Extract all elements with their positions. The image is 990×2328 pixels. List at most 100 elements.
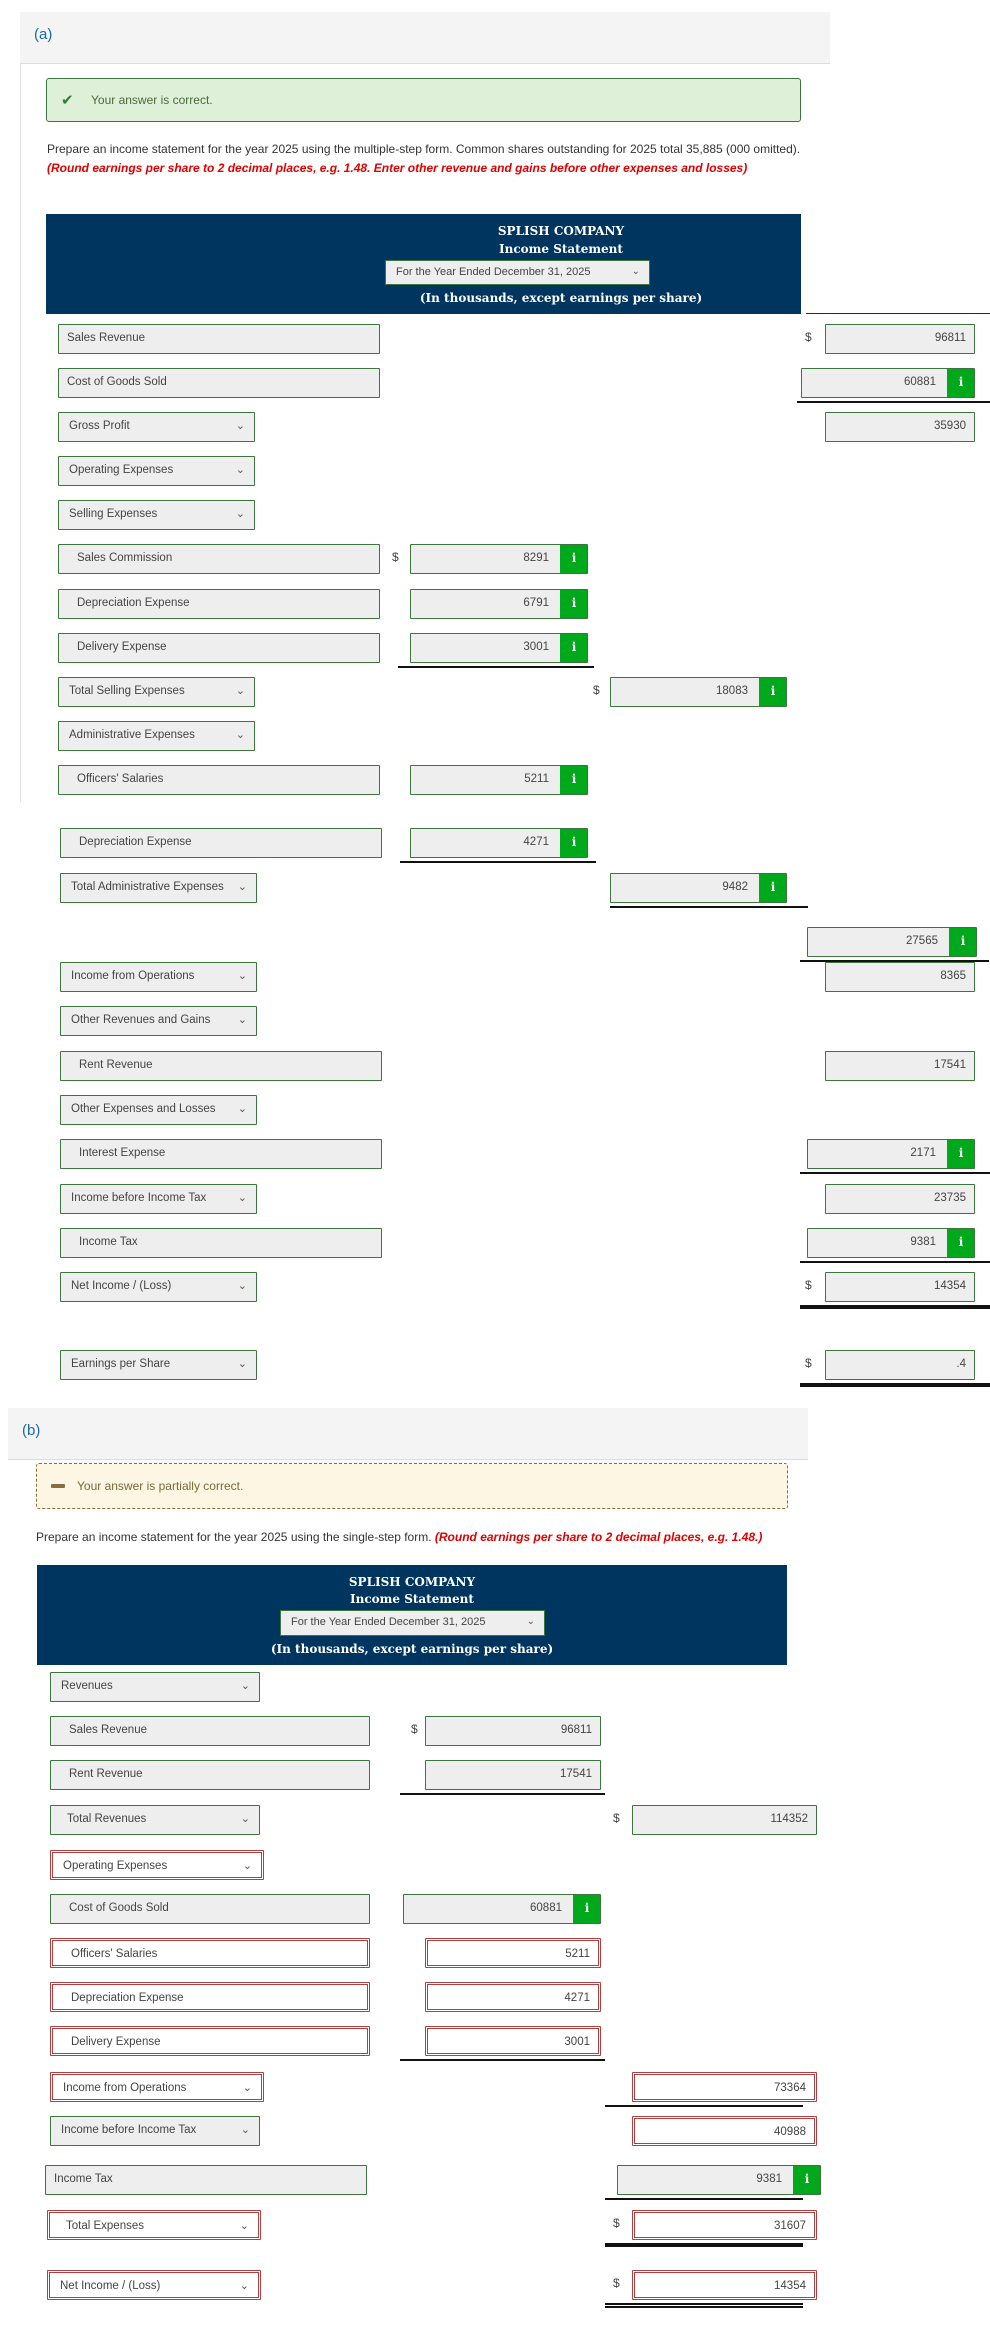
sales-revenue-amount-input[interactable]: 96811 bbox=[425, 1716, 601, 1746]
amount-value: 17541 bbox=[934, 1059, 966, 1071]
info-icon[interactable]: i bbox=[560, 829, 587, 857]
chevron-down-icon: ⌄ bbox=[240, 1680, 250, 1692]
interest-expense-amount-input[interactable]: 2171 i bbox=[807, 1139, 975, 1169]
chevron-down-icon: ⌄ bbox=[240, 2124, 250, 2136]
select-value: Earnings per Share bbox=[71, 1358, 171, 1370]
total-revenues-select[interactable]: Total Revenues ⌄ bbox=[50, 1805, 260, 1835]
select-value: Total Expenses bbox=[66, 2220, 144, 2232]
income-tax-amount-input[interactable]: 9381 i bbox=[807, 1228, 975, 1258]
info-icon[interactable]: i bbox=[759, 874, 786, 902]
statement-header-a: SPLISH COMPANY Income Statement For the … bbox=[46, 214, 801, 314]
amount-value: 14354 bbox=[934, 1280, 966, 1292]
income-tax-label-field[interactable]: Income Tax bbox=[45, 2165, 367, 2195]
info-icon[interactable]: i bbox=[560, 766, 587, 794]
depreciation-expense-label-field[interactable]: Depreciation Expense bbox=[50, 1982, 370, 2012]
income-before-income-tax-amount-input[interactable]: 40988 bbox=[632, 2116, 817, 2146]
income-from-operations-select[interactable]: Income from Operations ⌄ bbox=[60, 962, 257, 992]
officers-salaries-label-field[interactable]: Officers' Salaries bbox=[50, 1938, 370, 1968]
income-before-income-tax-select[interactable]: Income before Income Tax ⌄ bbox=[60, 1184, 257, 1214]
rent-revenue-amount-input[interactable]: 17541 bbox=[825, 1051, 975, 1081]
net-income-loss-amount-input[interactable]: 14354 bbox=[825, 1272, 975, 1302]
total-expenses-amount-input[interactable]: 31607 bbox=[632, 2210, 817, 2240]
info-icon[interactable]: i bbox=[947, 1140, 974, 1168]
delivery-expense-label-field[interactable]: Delivery Expense bbox=[50, 2026, 370, 2056]
total-administrative-expenses-amount-input[interactable]: 9482 i bbox=[610, 873, 787, 903]
total-expenses-select[interactable]: Total Expenses ⌄ bbox=[47, 2210, 261, 2240]
part-b-header: (b) bbox=[8, 1408, 808, 1460]
sales-commission-amount-input[interactable]: 8291 i bbox=[410, 544, 588, 574]
income-from-operations-amount-input[interactable]: 73364 bbox=[632, 2072, 817, 2102]
info-icon[interactable]: i bbox=[949, 928, 976, 956]
total-selling-expenses-amount-input[interactable]: 18083 i bbox=[610, 677, 787, 707]
rent-revenue-amount-input[interactable]: 17541 bbox=[425, 1760, 601, 1790]
delivery-expense-amount-input[interactable]: 3001 i bbox=[410, 633, 588, 663]
officers-salaries-amount-input[interactable]: 5211 bbox=[425, 1938, 601, 1968]
depreciation-expense-label-field[interactable]: Depreciation Expense bbox=[60, 828, 382, 858]
rent-revenue-label-field[interactable]: Rent Revenue bbox=[50, 1760, 370, 1790]
info-icon[interactable]: i bbox=[573, 1895, 600, 1923]
sales-revenue-amount-input[interactable]: 96811 bbox=[825, 324, 975, 354]
officers-salaries-label-field[interactable]: Officers' Salaries bbox=[58, 765, 380, 795]
net-income-loss-select[interactable]: Net Income / (Loss) ⌄ bbox=[47, 2270, 261, 2300]
rent-revenue-label-field[interactable]: Rent Revenue bbox=[60, 1051, 382, 1081]
interest-expense-label-field[interactable]: Interest Expense bbox=[60, 1139, 382, 1169]
amount-value: 60881 bbox=[904, 376, 936, 388]
delivery-expense-amount-input[interactable]: 3001 bbox=[425, 2026, 601, 2056]
period-select-a[interactable]: For the Year Ended December 31, 2025 ⌄ bbox=[385, 260, 650, 285]
income-from-operations-select[interactable]: Income from Operations ⌄ bbox=[50, 2072, 264, 2102]
cost-of-goods-sold-amount-input[interactable]: 60881 i bbox=[801, 368, 975, 398]
units-note: (In thousands, except earnings per share… bbox=[270, 1642, 554, 1656]
earnings-per-share-select[interactable]: Earnings per Share ⌄ bbox=[60, 1350, 257, 1380]
chevron-down-icon: ⌄ bbox=[235, 508, 245, 520]
net-income-loss-amount-input[interactable]: 14354 bbox=[632, 2270, 817, 2300]
underline bbox=[797, 401, 990, 403]
gross-profit-select[interactable]: Gross Profit ⌄ bbox=[58, 412, 255, 442]
sales-commission-label-field[interactable]: Sales Commission bbox=[58, 544, 380, 574]
total-selling-expenses-select[interactable]: Total Selling Expenses ⌄ bbox=[58, 677, 255, 707]
amount-value: 96811 bbox=[934, 332, 966, 344]
officers-salaries-amount-input[interactable]: 5211 i bbox=[410, 765, 588, 795]
net-income-loss-select[interactable]: Net Income / (Loss) ⌄ bbox=[60, 1272, 257, 1302]
double-underline bbox=[605, 2303, 803, 2308]
info-icon[interactable]: i bbox=[947, 1229, 974, 1257]
cost-of-goods-sold-amount-input[interactable]: 60881 i bbox=[403, 1894, 601, 1924]
operating-expenses-select[interactable]: Operating Expenses ⌄ bbox=[50, 1850, 264, 1880]
sales-revenue-label-field[interactable]: Sales Revenue bbox=[50, 1716, 370, 1746]
part-a-label: (a) bbox=[34, 26, 53, 43]
amount-value: 73364 bbox=[774, 2082, 806, 2094]
selling-expenses-select[interactable]: Selling Expenses ⌄ bbox=[58, 500, 255, 530]
chevron-down-icon: ⌄ bbox=[237, 1280, 247, 1292]
income-before-income-tax-select[interactable]: Income before Income Tax ⌄ bbox=[50, 2116, 260, 2146]
info-icon[interactable]: i bbox=[947, 369, 974, 397]
total-revenues-amount-input[interactable]: 114352 bbox=[632, 1805, 817, 1835]
operating-expenses-select[interactable]: Operating Expenses ⌄ bbox=[58, 456, 255, 486]
income-tax-amount-input[interactable]: 9381 i bbox=[617, 2165, 821, 2195]
info-icon[interactable]: i bbox=[560, 590, 587, 618]
info-icon[interactable]: i bbox=[793, 2166, 820, 2194]
income-tax-label-field[interactable]: Income Tax bbox=[60, 1228, 382, 1258]
cost-of-goods-sold-label-field[interactable]: Cost of Goods Sold bbox=[58, 368, 380, 398]
info-icon[interactable]: i bbox=[759, 678, 786, 706]
depreciation-expense-amount-input[interactable]: 4271 bbox=[425, 1982, 601, 2012]
depreciation-expense-label-field[interactable]: Depreciation Expense bbox=[58, 589, 380, 619]
period-select-b[interactable]: For the Year Ended December 31, 2025 ⌄ bbox=[280, 1610, 545, 1636]
revenues-select[interactable]: Revenues ⌄ bbox=[50, 1672, 260, 1702]
other-revenues-and-gains-select[interactable]: Other Revenues and Gains ⌄ bbox=[60, 1006, 257, 1036]
gross-profit-amount-input[interactable]: 35930 bbox=[825, 412, 975, 442]
info-icon[interactable]: i bbox=[560, 545, 587, 573]
other-expenses-and-losses-select[interactable]: Other Expenses and Losses ⌄ bbox=[60, 1095, 257, 1125]
earnings-per-share-amount-input[interactable]: .4 bbox=[825, 1350, 975, 1380]
subtotal-amount-input[interactable]: 27565 i bbox=[807, 927, 977, 957]
info-icon[interactable]: i bbox=[560, 634, 587, 662]
depreciation-expense-amount-input[interactable]: 4271 i bbox=[410, 828, 588, 858]
income-before-income-tax-amount-input[interactable]: 23735 bbox=[825, 1184, 975, 1214]
cost-of-goods-sold-label-field[interactable]: Cost of Goods Sold bbox=[50, 1894, 370, 1924]
delivery-expense-label-field[interactable]: Delivery Expense bbox=[58, 633, 380, 663]
depreciation-expense-amount-input[interactable]: 6791 i bbox=[410, 589, 588, 619]
sales-revenue-label-field[interactable]: Sales Revenue bbox=[58, 324, 380, 354]
income-from-operations-amount-input[interactable]: 8365 bbox=[825, 962, 975, 992]
period-value: For the Year Ended December 31, 2025 bbox=[291, 1616, 486, 1628]
dollar-sign: $ bbox=[805, 1278, 812, 1292]
administrative-expenses-select[interactable]: Administrative Expenses ⌄ bbox=[58, 721, 255, 751]
total-administrative-expenses-select[interactable]: Total Administrative Expenses ⌄ bbox=[60, 873, 257, 903]
